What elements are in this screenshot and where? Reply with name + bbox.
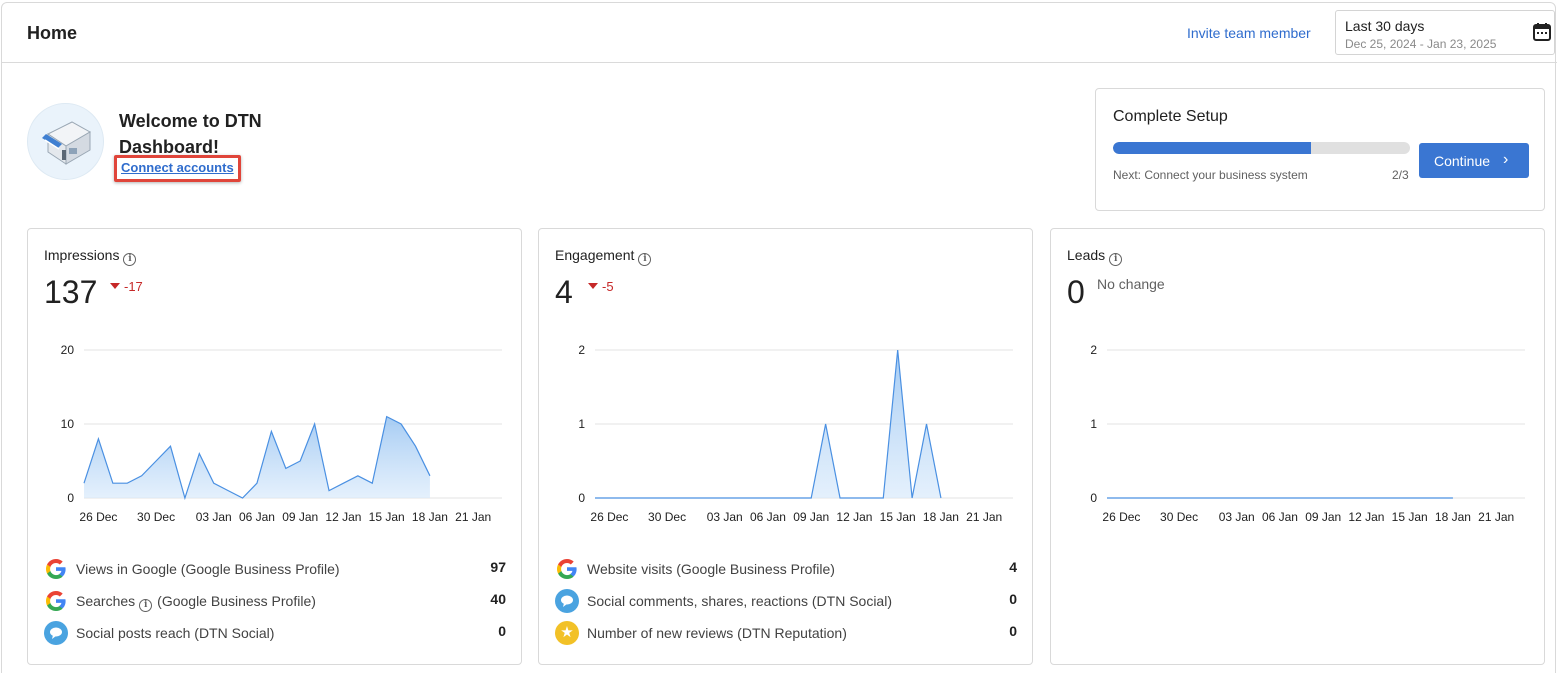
metric-value: 97 [490, 559, 506, 575]
calendar-icon[interactable] [1532, 22, 1552, 42]
metric-label: Social posts reach (DTN Social) [76, 625, 275, 641]
date-range-label: Last 30 days [1345, 18, 1425, 34]
metric-value: 0 [498, 623, 506, 639]
x-tick-label: 30 Dec [1160, 510, 1198, 524]
x-tick-label: 06 Jan [239, 510, 275, 524]
metric-label: Website visits (Google Business Profile) [587, 561, 835, 577]
leads-card: Leads i 0 No change 0 1 2 26 Dec 30 Dec 03 Jan… [1050, 228, 1545, 665]
x-tick-label: 03 Jan [707, 510, 743, 524]
setup-progress-bar [1113, 142, 1410, 154]
metric-row: Social comments, shares, reactions (DTN … [555, 589, 1017, 613]
x-tick-label: 06 Jan [1262, 510, 1298, 524]
metric-value: 0 [1009, 591, 1017, 607]
y-tick-label: 2 [1090, 343, 1097, 357]
metric-value: 40 [490, 591, 506, 607]
x-tick-label: 30 Dec [648, 510, 686, 524]
metric-value: 4 [1009, 559, 1017, 575]
x-tick-label: 12 Jan [1348, 510, 1384, 524]
y-tick-label: 0 [1090, 491, 1097, 505]
x-tick-label: 21 Jan [1478, 510, 1514, 524]
metric-row: Website visits (Google Business Profile)… [555, 557, 1017, 581]
x-tick-label: 12 Jan [836, 510, 872, 524]
x-tick-label: 03 Jan [196, 510, 232, 524]
metric-label: Searches i (Google Business Profile) [76, 593, 316, 612]
page-title: Home [27, 23, 78, 43]
x-tick-label: 15 Jan [1392, 510, 1428, 524]
y-tick-label: 0 [578, 491, 585, 505]
info-icon[interactable]: i [139, 599, 153, 612]
metric-label: Social comments, shares, reactions (DTN … [587, 593, 892, 609]
metric-value: 0 [1009, 623, 1017, 639]
setup-title: Complete Setup [1113, 108, 1228, 125]
x-tick-label: 09 Jan [1305, 510, 1341, 524]
leads-chart: 0 1 2 26 Dec 30 Dec 03 Jan 06 Jan 09 Jan 12 Jan 1… [1090, 343, 1525, 524]
google-icon [46, 559, 66, 579]
y-tick-label: 0 [67, 491, 74, 505]
social-icon [44, 621, 68, 645]
y-tick-label: 1 [578, 417, 585, 431]
google-icon [46, 591, 66, 611]
impressions-card: Impressions i 137 -17 0 10 20 26 Dec 30 Dec 03… [27, 228, 522, 665]
engagement-chart: 0 1 2 26 Dec 30 Dec 03 Jan 06 Jan 09 Jan 12 Jan 1… [578, 343, 1013, 524]
continue-button[interactable]: Continue › [1419, 143, 1529, 178]
metric-label-suffix: (Google Business Profile) [157, 593, 316, 609]
metric-label: Views in Google (Google Business Profile… [76, 561, 340, 577]
y-tick-label: 1 [1090, 417, 1097, 431]
storefront-icon [42, 121, 92, 165]
metric-row: Views in Google (Google Business Profile… [44, 557, 506, 581]
connect-accounts-highlight: Connect accounts [114, 155, 241, 182]
x-tick-label: 21 Jan [455, 510, 491, 524]
y-tick-label: 10 [61, 417, 75, 431]
welcome-title: Welcome to DTN Dashboard! [119, 111, 262, 157]
metric-label-prefix: Searches [76, 593, 136, 609]
x-tick-label: 09 Jan [282, 510, 318, 524]
x-tick-label: 21 Jan [966, 510, 1002, 524]
metric-row: ★ Number of new reviews (DTN Reputation)… [555, 621, 1017, 645]
connect-accounts-link[interactable]: Connect accounts [121, 160, 234, 175]
setup-progress-fill [1113, 142, 1312, 154]
y-tick-label: 20 [61, 343, 75, 357]
date-range-value: Dec 25, 2024 - Jan 23, 2025 [1345, 37, 1497, 51]
complete-setup-card: Complete Setup Next: Connect your busine… [1095, 88, 1545, 211]
x-tick-label: 18 Jan [923, 510, 959, 524]
google-icon [557, 559, 577, 579]
x-tick-label: 15 Jan [369, 510, 405, 524]
y-tick-label: 2 [578, 343, 585, 357]
x-tick-label: 18 Jan [412, 510, 448, 524]
x-tick-label: 15 Jan [880, 510, 916, 524]
business-avatar [27, 103, 104, 180]
invite-team-member-link[interactable]: Invite team member [1187, 25, 1311, 41]
top-bar: Home Invite team member Last 30 days Dec… [2, 3, 1557, 63]
metric-label: Number of new reviews (DTN Reputation) [587, 625, 847, 641]
x-tick-label: 03 Jan [1219, 510, 1255, 524]
setup-next-step: Next: Connect your business system [1113, 168, 1308, 182]
x-tick-label: 18 Jan [1435, 510, 1471, 524]
page-frame: Home Invite team member Last 30 days Dec… [1, 2, 1557, 673]
x-tick-label: 06 Jan [750, 510, 786, 524]
star-icon: ★ [555, 621, 579, 645]
x-tick-label: 09 Jan [793, 510, 829, 524]
engagement-card: Engagement i 4 -5 0 1 2 26 Dec 30 Dec 03 Jan 06… [538, 228, 1033, 665]
setup-step-count: 2/3 [1392, 168, 1409, 182]
x-tick-label: 26 Dec [590, 510, 628, 524]
continue-label: Continue [1434, 153, 1491, 169]
metric-row: Searches i (Google Business Profile) 40 [44, 589, 506, 613]
metric-row: Social posts reach (DTN Social) 0 [44, 621, 506, 645]
x-tick-label: 30 Dec [137, 510, 175, 524]
chevron-right-icon: › [1503, 151, 1509, 168]
date-range-picker[interactable]: Last 30 days Dec 25, 2024 - Jan 23, 2025 [1335, 10, 1555, 55]
impressions-chart: 0 10 20 26 Dec 30 Dec 03 Jan 06 Jan 09 Jan 12 Ja… [61, 343, 502, 524]
x-tick-label: 26 Dec [79, 510, 117, 524]
social-icon [555, 589, 579, 613]
x-tick-label: 12 Jan [325, 510, 361, 524]
x-tick-label: 26 Dec [1102, 510, 1140, 524]
